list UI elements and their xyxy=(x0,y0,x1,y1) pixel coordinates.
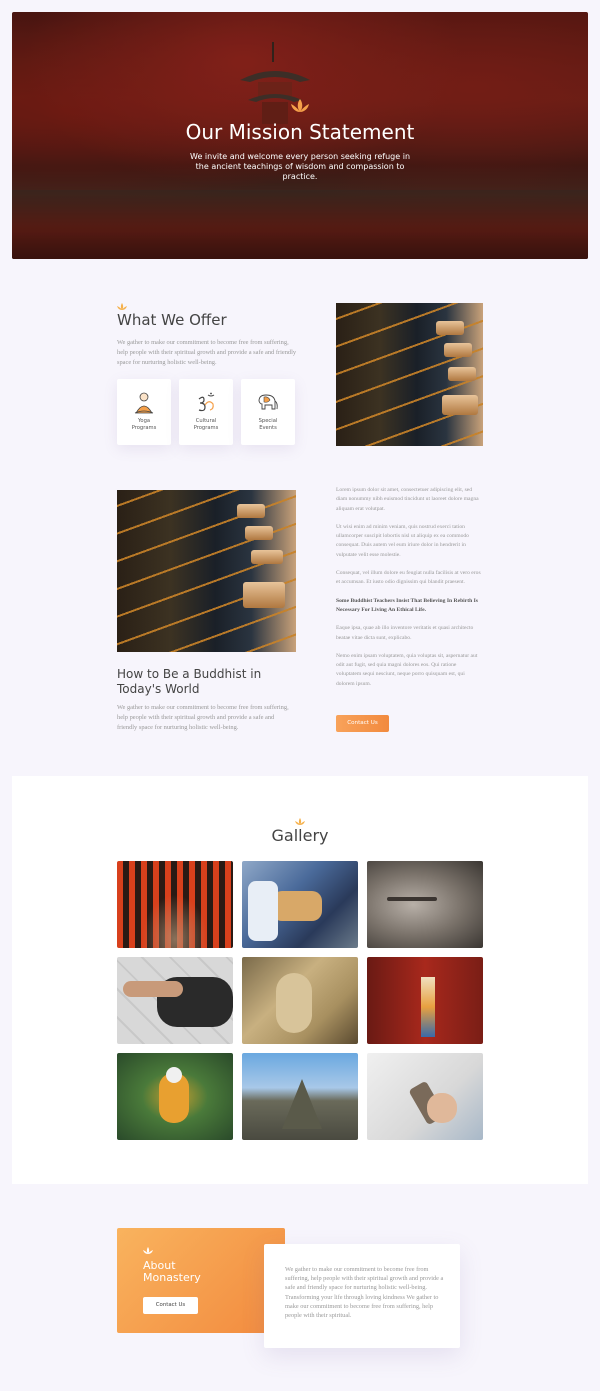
gallery-image-prayer-flags[interactable] xyxy=(367,957,483,1044)
offer-photo xyxy=(336,303,483,446)
text-paragraph: Nemo enim ipsam voluptatem, quia volupta… xyxy=(336,652,478,687)
buddhist-description: We gather to make our commitment to beco… xyxy=(117,704,289,731)
hero-subtitle: We invite and welcome every person seeki… xyxy=(190,152,411,181)
hero-title: Our Mission Statement xyxy=(185,120,415,144)
lotus-icon xyxy=(295,818,305,825)
gallery-image-buddha-face[interactable] xyxy=(367,861,483,948)
text-paragraph: Consequat, vel illum dolore eu feugiat n… xyxy=(336,570,481,586)
text-paragraph: Eaque ipsa, quae ab illo inventore verit… xyxy=(336,625,474,641)
gallery-image-incense[interactable] xyxy=(367,1053,483,1140)
bold-heading: Some Buddhist Teachers Insist That Belie… xyxy=(336,597,478,613)
lotus-icon xyxy=(143,1247,153,1254)
om-symbol-icon xyxy=(198,392,215,412)
about-title: About Monastery xyxy=(143,1259,201,1284)
text-paragraph: Ut wisi enim ad minim veniam, quis nostr… xyxy=(336,523,469,558)
lotus-icon xyxy=(291,99,309,112)
gallery-title: Gallery xyxy=(271,826,329,845)
gallery-image-offering[interactable] xyxy=(242,861,358,948)
text-paragraph: Lorem ipsum dolor sit amet, consectetuer… xyxy=(336,487,479,512)
offer-description: We gather to make our commitment to beco… xyxy=(117,339,297,366)
offer-title: What We Offer xyxy=(117,311,227,329)
lotus-icon xyxy=(117,303,127,310)
offer-card-yoga[interactable]: Yoga Programs xyxy=(117,379,171,445)
meditating-monk-icon xyxy=(134,392,154,414)
offer-card-label: Yoga Programs xyxy=(131,418,157,431)
about-text: We gather to make our commitment to beco… xyxy=(285,1266,444,1320)
contact-us-button[interactable]: Contact Us xyxy=(336,715,389,732)
buddhist-text-column: Lorem ipsum dolor sit amet, consectetuer… xyxy=(336,486,482,698)
gallery-image-temple-ruins[interactable] xyxy=(242,1053,358,1140)
gallery-image-torii-gates[interactable] xyxy=(117,861,233,948)
about-contact-button[interactable]: Contact Us xyxy=(143,1297,198,1314)
offer-card-cultural[interactable]: Cultural Programs xyxy=(179,379,233,445)
gallery-image-buddha-statue[interactable] xyxy=(117,1053,233,1140)
offer-card-label: Special Events xyxy=(258,418,278,431)
gallery-image-buddha-hand[interactable] xyxy=(242,957,358,1044)
offer-card-label: Cultural Programs xyxy=(193,418,219,431)
gallery-image-prostration[interactable] xyxy=(117,957,233,1044)
elephant-icon xyxy=(258,394,278,410)
buddhist-title: How to Be a Buddhist in Today's World xyxy=(117,667,262,696)
offer-card-events[interactable]: Special Events xyxy=(241,379,295,445)
buddhist-photo xyxy=(117,490,296,652)
